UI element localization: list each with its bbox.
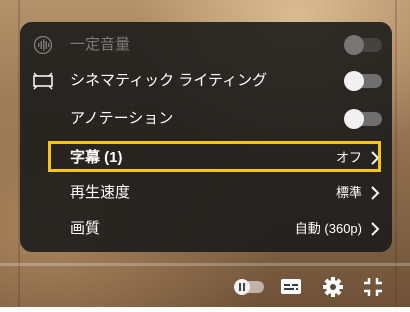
menu-item-label: シネマティック ライティング — [70, 72, 268, 89]
menu-item-ambient-mode[interactable]: シネマティック ライティング — [20, 63, 392, 99]
player-control-bar — [0, 266, 410, 307]
toggle-knob — [344, 109, 364, 129]
stable-volume-toggle[interactable] — [344, 35, 382, 55]
subtitles-button[interactable] — [278, 266, 304, 307]
chevron-right-icon — [371, 186, 380, 200]
menu-item-label: 一定音量 — [70, 36, 131, 53]
annotations-toggle[interactable] — [344, 109, 382, 129]
settings-button[interactable] — [320, 266, 346, 307]
subtitles-icon — [281, 279, 301, 294]
video-background-detail — [395, 0, 397, 307]
menu-item-value: 標準 — [335, 185, 362, 200]
ambient-mode-toggle[interactable] — [344, 71, 382, 91]
exit-fullscreen-button[interactable] — [360, 266, 386, 307]
toggle-knob — [344, 35, 364, 55]
menu-item-label: 再生速度 — [70, 184, 131, 201]
menu-item-value: 自動 (360p) — [294, 221, 362, 236]
menu-item-quality[interactable]: 画質 自動 (360p) — [20, 211, 392, 247]
menu-item-value: オフ — [335, 150, 362, 165]
autoplay-knob — [234, 279, 250, 295]
menu-item-stable-volume[interactable]: 一定音量 — [20, 27, 392, 63]
stable-volume-icon — [33, 36, 53, 54]
menu-item-subtitles[interactable]: 字幕 (1) オフ — [20, 140, 392, 176]
menu-item-label: 字幕 (1) — [70, 149, 123, 166]
menu-item-playback-speed[interactable]: 再生速度 標準 — [20, 175, 392, 211]
chevron-right-icon — [371, 222, 380, 236]
ambient-mode-icon — [33, 72, 53, 90]
menu-item-label: アノテーション — [70, 110, 174, 127]
toggle-knob — [344, 71, 364, 91]
settings-menu: 一定音量 シネマティック ライティング アノテーション 字幕 (1) オフ 再生… — [20, 22, 392, 252]
gear-icon — [323, 277, 343, 297]
exit-fullscreen-icon — [364, 278, 382, 296]
menu-item-annotations[interactable]: アノテーション — [20, 101, 392, 137]
menu-item-label: 画質 — [70, 220, 101, 237]
autoplay-toggle-icon — [234, 279, 264, 295]
autoplay-toggle[interactable] — [234, 266, 266, 307]
chevron-right-icon — [371, 151, 380, 165]
